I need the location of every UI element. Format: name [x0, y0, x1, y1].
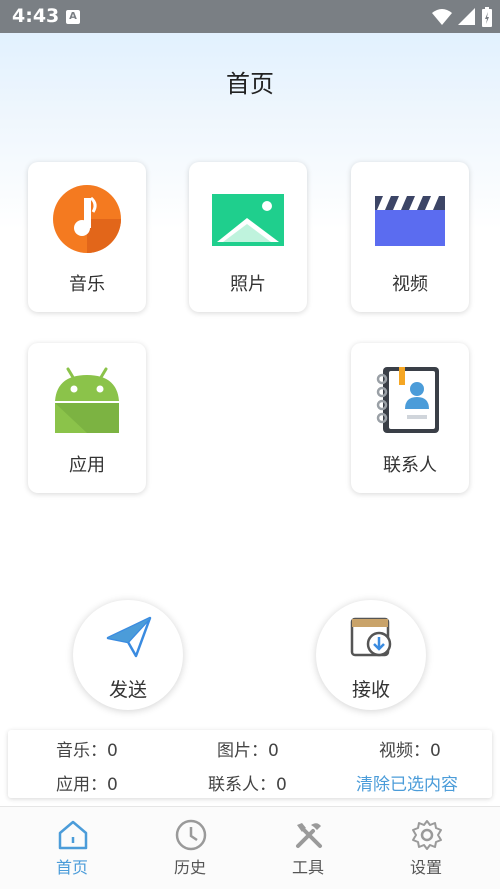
send-label: 发送: [108, 679, 147, 701]
tab-home[interactable]: 首页: [22, 807, 122, 889]
wifi-icon: [432, 9, 452, 25]
tab-settings-label: 设置: [409, 858, 442, 877]
category-apps-tile[interactable]: 应用: [28, 343, 146, 493]
settings-gear-icon: [412, 820, 442, 850]
clear-selection-link[interactable]: 清除已选内容: [356, 770, 458, 795]
stat-videos: 视频：0: [379, 741, 441, 761]
tab-tools[interactable]: 工具: [258, 807, 358, 889]
stat-pictures: 图片：0: [217, 741, 279, 761]
category-photo-label: 照片: [230, 274, 266, 295]
sim-icon: A: [66, 10, 80, 24]
category-contacts-label: 联系人: [383, 455, 437, 476]
signal-icon: [458, 8, 475, 25]
tab-history[interactable]: 历史: [140, 807, 240, 889]
status-bar: 4:43 A: [0, 0, 500, 33]
category-apps-label: 应用: [69, 455, 105, 476]
contacts-icon: [376, 367, 439, 433]
stat-music: 音乐：0: [56, 741, 118, 761]
video-icon: [375, 196, 445, 246]
home-icon: [58, 820, 88, 850]
status-time: 4:43: [12, 5, 60, 27]
photo-icon: [212, 194, 284, 246]
page-title: 首页: [226, 70, 274, 98]
battery-icon: [482, 7, 492, 27]
music-icon: [53, 185, 121, 253]
selection-stats-panel: 音乐：0 图片：0 视频：0 应用：0 联系人：0 清除已选内容: [8, 730, 492, 798]
receive-button[interactable]: 接收: [316, 600, 426, 710]
receive-download-icon: [350, 617, 392, 657]
bottom-tab-bar: 首页 历史 工具 设置: [0, 806, 500, 889]
stat-contacts: 联系人：0: [208, 775, 287, 795]
category-video-tile[interactable]: 视频: [351, 162, 469, 312]
android-app-icon: [55, 367, 119, 433]
tab-history-label: 历史: [173, 858, 206, 877]
category-video-label: 视频: [392, 274, 428, 295]
category-contacts-tile[interactable]: 联系人: [351, 343, 469, 493]
tools-icon: [296, 823, 322, 848]
stat-apps: 应用：0: [56, 775, 118, 795]
tab-tools-label: 工具: [291, 858, 324, 877]
clock-icon: [175, 819, 207, 851]
category-photo-tile[interactable]: 照片: [189, 162, 307, 312]
category-music-tile[interactable]: 音乐: [28, 162, 146, 312]
status-icons: [432, 7, 492, 27]
tab-settings[interactable]: 设置: [376, 807, 476, 889]
tab-home-label: 首页: [55, 858, 88, 877]
send-button[interactable]: 发送: [73, 600, 183, 710]
category-music-label: 音乐: [69, 274, 105, 295]
receive-label: 接收: [351, 679, 390, 701]
paper-plane-icon: [106, 616, 152, 658]
